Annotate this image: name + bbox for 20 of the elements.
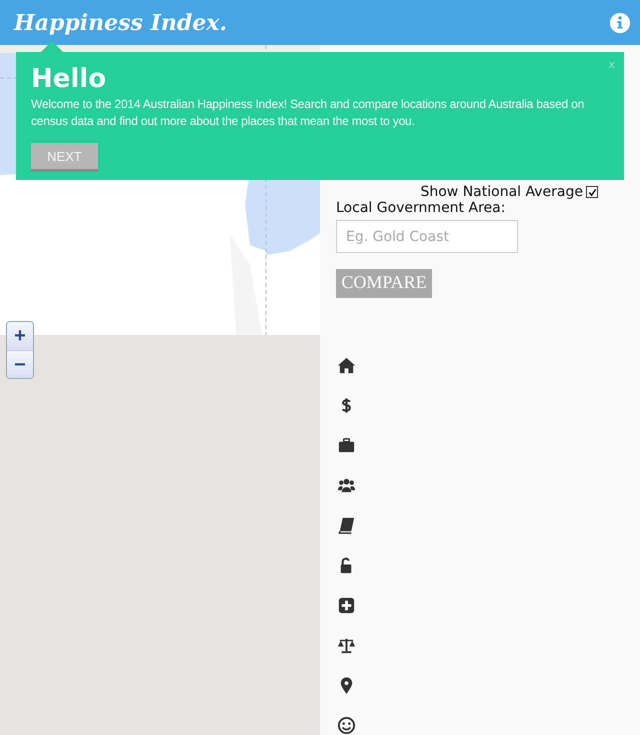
smiley-icon[interactable]	[337, 716, 356, 735]
info-icon[interactable]	[609, 12, 631, 34]
logo: Happiness Index.	[14, 10, 228, 36]
zoom-in-button[interactable]: +	[7, 322, 33, 350]
field-label: Local Government Area:	[336, 200, 506, 216]
plus-icon[interactable]	[337, 596, 356, 615]
popup-text: Welcome to the 2014 Australian Happiness Index! Search and compare locations around Australia based on census data and find out more about the places that mean the most to you.	[31, 96, 586, 130]
book-icon[interactable]	[337, 516, 356, 535]
national-average-checkbox[interactable]	[586, 186, 598, 198]
close-button[interactable]: x	[608, 58, 615, 71]
compare-button[interactable]: COMPARE	[336, 269, 432, 298]
scales-icon[interactable]	[337, 636, 356, 655]
search-field[interactable]: Eg. Gold Coast	[336, 220, 518, 254]
briefcase-icon[interactable]	[337, 436, 356, 455]
zoom-out-button[interactable]: −	[7, 350, 33, 378]
next-button[interactable]: NEXT	[31, 143, 98, 172]
home-icon[interactable]	[337, 356, 356, 375]
popup-title: Hello	[31, 64, 106, 94]
national-average-label: Show National Average	[420, 184, 583, 200]
people-icon[interactable]	[337, 476, 356, 495]
